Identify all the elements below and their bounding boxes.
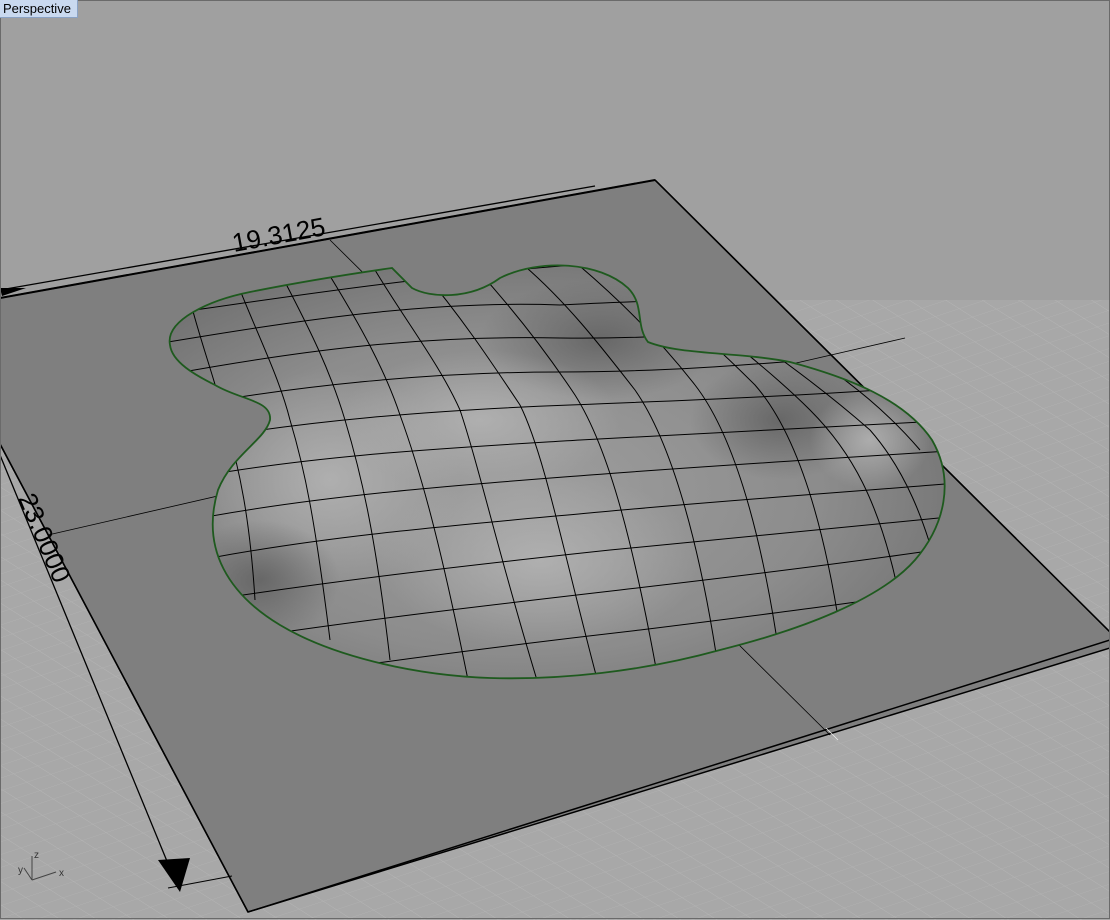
viewport-title-tab[interactable]: Perspective <box>0 0 78 18</box>
axis-z-label: z <box>34 850 39 861</box>
axis-y-label: y <box>18 865 23 876</box>
axis-x-label: x <box>59 868 64 879</box>
perspective-viewport[interactable]: 19.3125 23.0000 z y x Perspective <box>0 0 1110 920</box>
viewport-scene[interactable]: 19.3125 23.0000 z y x <box>0 0 1110 920</box>
